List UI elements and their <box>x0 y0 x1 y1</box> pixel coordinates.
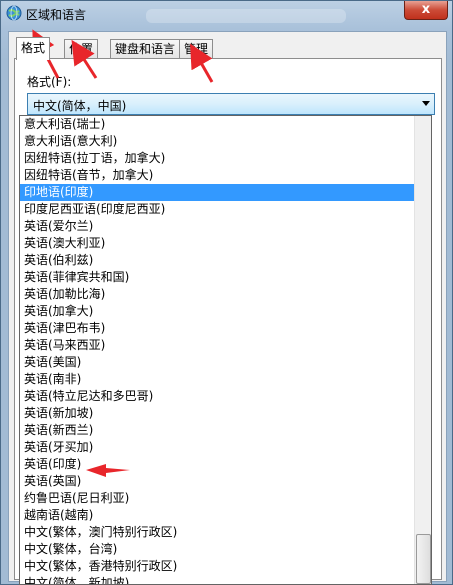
list-item[interactable]: 因纽特语(拉丁语，加拿大) <box>20 150 415 167</box>
list-item[interactable]: 英语(加拿大) <box>20 303 415 320</box>
list-item[interactable]: 意大利语(意大利) <box>20 133 415 150</box>
dropdown-items: 意大利语(瑞士) 意大利语(意大利) 因纽特语(拉丁语，加拿大) 因纽特语(音节，加拿… <box>20 116 415 584</box>
title-bar[interactable]: 区域和语言 x <box>1 1 453 29</box>
list-item[interactable]: 英语(爱尔兰) <box>20 218 415 235</box>
list-item[interactable]: 英语(美国) <box>20 354 415 371</box>
list-item[interactable]: 英语(加勒比海) <box>20 286 415 303</box>
format-selected-value: 中文(简体，中国) <box>33 99 127 113</box>
list-item[interactable]: 英语(南非) <box>20 371 415 388</box>
list-item[interactable]: 印地语(印度) <box>20 184 415 201</box>
tab-format[interactable]: 格式 <box>16 37 51 60</box>
format-label: 格式(F): <box>27 75 72 89</box>
title-shadow <box>146 9 346 23</box>
globe-icon <box>6 5 22 21</box>
list-item[interactable]: 英语(牙买加) <box>20 439 415 456</box>
list-item[interactable]: 英语(英国) <box>20 473 415 490</box>
list-item[interactable]: 意大利语(瑞士) <box>20 116 415 133</box>
window-title: 区域和语言 <box>26 8 87 22</box>
list-item[interactable]: 约鲁巴语(尼日利亚) <box>20 490 415 507</box>
chevron-down-icon[interactable] <box>422 101 430 106</box>
format-dropdown-list[interactable]: 意大利语(瑞士) 意大利语(意大利) 因纽特语(拉丁语，加拿大) 因纽特语(音节，加拿… <box>19 115 432 585</box>
close-button[interactable]: x <box>404 1 448 20</box>
list-item[interactable]: 英语(澳大利亚) <box>20 235 415 252</box>
tab-administrative[interactable]: 管理 <box>179 39 214 59</box>
tab-location[interactable]: 位置 <box>64 39 99 59</box>
list-item[interactable]: 中文(简体，新加坡) <box>20 575 415 584</box>
tab-keyboard-language[interactable]: 键盘和语言 <box>110 39 181 59</box>
list-item[interactable]: 英语(印度) <box>20 456 415 473</box>
list-item[interactable]: 越南语(越南) <box>20 507 415 524</box>
list-item[interactable]: 英语(特立尼达和多巴哥) <box>20 388 415 405</box>
tab-strip: 格式 位置 键盘和语言 管理 <box>14 37 444 60</box>
list-item[interactable]: 英语(新加坡) <box>20 405 415 422</box>
format-combobox[interactable]: 中文(简体，中国) <box>27 93 435 115</box>
watermark: 飞字 <box>345 557 372 572</box>
list-item[interactable]: 英语(马来西亚) <box>20 337 415 354</box>
list-item[interactable]: 英语(新西兰) <box>20 422 415 439</box>
list-item[interactable]: 英语(菲律宾共和国) <box>20 269 415 286</box>
list-item[interactable]: 中文(繁体，澳门特别行政区) <box>20 524 415 541</box>
dropdown-scrollbar[interactable] <box>414 116 431 584</box>
list-item[interactable]: 因纽特语(音节，加拿大) <box>20 167 415 184</box>
list-item[interactable]: 英语(伯利兹) <box>20 252 415 269</box>
list-item[interactable]: 印度尼西亚语(印度尼西亚) <box>20 201 415 218</box>
list-item[interactable]: 英语(津巴布韦) <box>20 320 415 337</box>
